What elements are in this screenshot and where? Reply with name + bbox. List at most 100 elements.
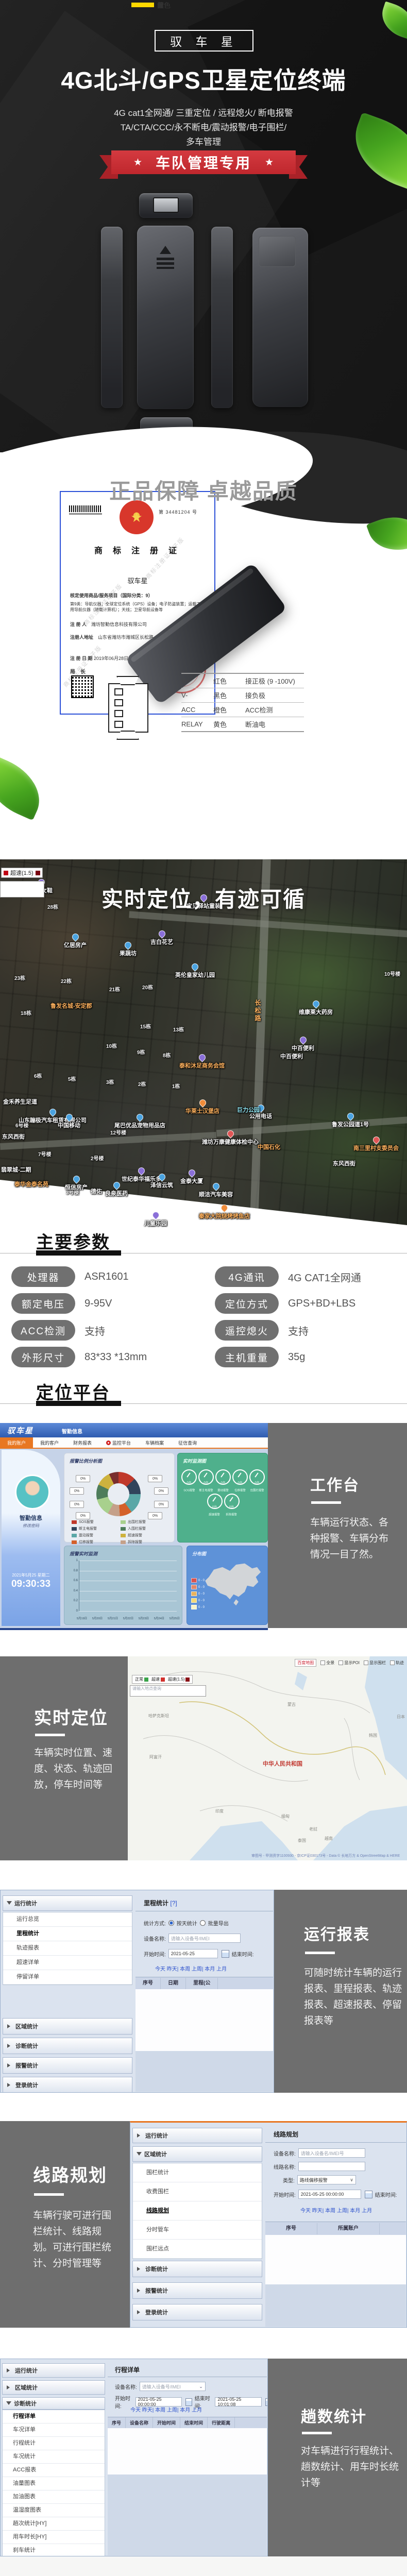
map-control-checkbox[interactable]: 显示围栏 bbox=[364, 1660, 386, 1666]
map-poi[interactable]: 华莱士汉堡店 bbox=[185, 1099, 219, 1115]
sidebar-group[interactable]: 登录统计 bbox=[132, 2304, 262, 2320]
sidebar-item[interactable]: 趟次统计[HY] bbox=[3, 2517, 105, 2531]
sidebar-item[interactable]: 停留详单 bbox=[3, 1970, 132, 1985]
legend-swatch-icon bbox=[191, 1605, 197, 1609]
route-name-input[interactable] bbox=[298, 2162, 365, 2171]
sidebar-item[interactable]: 收费围栏 bbox=[133, 2182, 262, 2201]
sidebar-group[interactable]: 诊断统计 bbox=[3, 2038, 132, 2054]
map-poi[interactable]: 泰和沐足商务会馆 bbox=[179, 1054, 225, 1070]
map-poi[interactable]: 鲁发名城-安定郡 bbox=[50, 1002, 92, 1010]
map-poi[interactable]: 儿童乐园 bbox=[144, 1212, 167, 1227]
sidebar-group-expanded[interactable]: 运行统计 bbox=[3, 1895, 132, 1911]
dashboard-nav-tab[interactable]: 我的账户 bbox=[0, 1437, 33, 1448]
calendar-icon[interactable] bbox=[365, 2191, 372, 2198]
sidebar-group[interactable]: 运行统计 bbox=[2, 2363, 105, 2378]
sidebar-group[interactable]: 报警统计 bbox=[3, 2057, 132, 2074]
sidebar-item[interactable]: 温湿度图表 bbox=[3, 2504, 105, 2517]
satellite-map[interactable] bbox=[0, 859, 407, 1225]
sidebar-group[interactable]: 区域统计 bbox=[2, 2380, 105, 2395]
map-poi[interactable]: 金禾养生足道 bbox=[3, 1097, 37, 1106]
start-date-input[interactable]: 2021-05-25 00:00:00 bbox=[298, 2190, 361, 2199]
dashboard-nav-tab[interactable]: 我的客户 bbox=[33, 1437, 66, 1448]
sidebar-item[interactable]: 用车时长[HY] bbox=[3, 2531, 105, 2544]
sidebar-item[interactable]: 运行总览 bbox=[3, 1912, 132, 1927]
sidebar-item[interactable]: 行程统计 bbox=[3, 2437, 105, 2450]
type-select[interactable]: 路线偏移报警∨ bbox=[297, 2175, 356, 2184]
map-control-checkbox[interactable]: 全景 bbox=[320, 1660, 334, 1666]
sidebar-item[interactable]: 行程详单 bbox=[3, 2410, 105, 2424]
map-poi[interactable]: 中百便利 bbox=[280, 1052, 303, 1060]
map-poi[interactable]: 潍坊万康健康体检中心 bbox=[202, 1130, 259, 1146]
map-poi[interactable]: 良泉医药 bbox=[105, 1182, 128, 1197]
map-poi[interactable]: 东风西街 bbox=[2, 1132, 25, 1141]
map-control-checkbox[interactable]: 轨迹 bbox=[390, 1660, 404, 1666]
map-poi[interactable]: 泰华金泰名苑 bbox=[14, 1180, 48, 1188]
radio-by-day[interactable] bbox=[168, 1920, 174, 1926]
sidebar-item[interactable]: 里程统计 bbox=[3, 1927, 132, 1941]
map-poi[interactable]: 中百便利 bbox=[292, 1037, 314, 1052]
sidebar-group-expanded[interactable]: 区域统计 bbox=[132, 2146, 262, 2162]
radio-batch-export[interactable] bbox=[200, 1920, 206, 1926]
map-poi[interactable]: 南三里村支委员会 bbox=[353, 1137, 399, 1152]
end-date-input[interactable]: 2021-05-25 10:01:08 bbox=[215, 2397, 262, 2406]
sidebar-group[interactable]: 区域统计 bbox=[3, 2018, 132, 2035]
map-poi[interactable]: 秦家大院烧烤烤鱼店 bbox=[199, 1205, 250, 1220]
map-poi[interactable]: 巨力公园 bbox=[237, 1106, 260, 1114]
map-poi[interactable]: 顺洁汽车美容 bbox=[199, 1183, 233, 1198]
device-input[interactable]: 请输入设备号/IMEI bbox=[168, 1934, 241, 1943]
dashboard-nav-tab[interactable]: 车辆档案 bbox=[138, 1437, 171, 1448]
map-poi[interactable]: 德佑 bbox=[91, 1187, 102, 1195]
sidebar-item[interactable]: 车况详单 bbox=[3, 2424, 105, 2437]
map-type-select[interactable]: 百度地图 bbox=[295, 1659, 316, 1667]
wiring-desc: 接正极 (9 -100V) bbox=[245, 676, 304, 686]
sidebar-group[interactable]: 报警统计 bbox=[132, 2282, 262, 2299]
dashboard-nav-tab[interactable]: 监控平台 bbox=[99, 1437, 138, 1448]
sidebar-item[interactable]: 线路规划 bbox=[133, 2201, 262, 2221]
sidebar-item[interactable]: 分时管车 bbox=[133, 2221, 262, 2240]
map-poi[interactable]: 鲁发公园道1号 bbox=[332, 1113, 369, 1128]
sidebar-item[interactable]: 加油图表 bbox=[3, 2490, 105, 2504]
quick-date-links[interactable]: 今天 昨天| 本周 上周| 本月 上月 bbox=[130, 2405, 202, 2413]
light-map[interactable]: 百度地图 全景 显示POI 显示围栏 轨迹 正常 超速 超速(1.5) 请输入地… bbox=[128, 1656, 407, 1860]
calendar-icon[interactable] bbox=[222, 1950, 229, 1958]
device-input[interactable]: 请输入设备名/IMEI号 bbox=[298, 2148, 365, 2158]
map-poi[interactable]: 亿居房产 bbox=[64, 934, 87, 949]
map-poi[interactable]: 尾巴优品宠物用品店 bbox=[114, 1114, 165, 1129]
map-poi[interactable]: 泽信云筑 bbox=[150, 1174, 173, 1189]
satmap-info-box[interactable] bbox=[0, 881, 44, 897]
calendar-icon[interactable] bbox=[185, 2398, 192, 2406]
poi-label: 中国移动 bbox=[58, 1121, 80, 1129]
map-poi[interactable]: 翡翠城-二期 bbox=[1, 1165, 31, 1174]
device-input[interactable]: 请输入设备号/IMEI⌄ bbox=[140, 2382, 206, 2391]
map-poi[interactable]: 恒信房产 bbox=[65, 1176, 88, 1191]
change-password-link[interactable]: 修改密码 bbox=[2, 1523, 60, 1529]
sidebar-group[interactable]: 登录统计 bbox=[3, 2077, 132, 2093]
poi-label: 巨力公园 bbox=[237, 1106, 260, 1114]
sidebar-item[interactable]: 围栏远点 bbox=[133, 2240, 262, 2259]
map-control-checkbox[interactable]: 显示POI bbox=[338, 1660, 360, 1666]
sidebar-item[interactable]: ACC报表 bbox=[3, 2464, 105, 2477]
sidebar-item[interactable]: 轨迹报表 bbox=[3, 1941, 132, 1956]
map-search-input[interactable]: 请输入地点查询 bbox=[130, 1685, 206, 1697]
map-poi[interactable]: 吉白花艺 bbox=[150, 930, 173, 946]
sidebar-item[interactable]: 油量图表 bbox=[3, 2477, 105, 2490]
map-poi[interactable]: 维康莱大药房 bbox=[299, 1001, 333, 1016]
sidebar-item[interactable]: 车况统计 bbox=[3, 2450, 105, 2464]
quick-date-links[interactable]: 今天 昨天| 本周 上周| 本月 上月 bbox=[300, 2206, 372, 2214]
map-poi[interactable]: 果蔬坊 bbox=[120, 942, 137, 957]
dashboard-nav-tab[interactable]: 财务报表 bbox=[66, 1437, 99, 1448]
map-poi[interactable]: 中国移动 bbox=[58, 1114, 80, 1129]
sidebar-group[interactable]: 运行统计 bbox=[132, 2128, 262, 2143]
sidebar-item[interactable]: 超速详单 bbox=[3, 1956, 132, 1970]
sidebar-item[interactable]: 围栏统计 bbox=[133, 2163, 262, 2182]
sidebar-item[interactable]: 刹车统计 bbox=[3, 2544, 105, 2556]
sidebar-group[interactable]: 诊断统计 bbox=[132, 2261, 262, 2277]
map-poi[interactable]: 英伦皇家幼儿园 bbox=[175, 963, 215, 979]
start-date-input[interactable]: 2021-05-25 bbox=[168, 1949, 218, 1958]
dashboard-nav-tab[interactable]: 征信查询 bbox=[171, 1437, 204, 1448]
sidebar-group-expanded[interactable]: 诊断统计 bbox=[2, 2397, 105, 2410]
quick-date-links[interactable]: 今天 昨天| 本周 上周| 本月 上月 bbox=[155, 1964, 227, 1972]
map-poi[interactable]: 东风西街 bbox=[333, 1159, 355, 1167]
help-link[interactable]: [?] bbox=[170, 1900, 177, 1907]
map-poi[interactable]: 中国石化 bbox=[258, 1143, 280, 1151]
